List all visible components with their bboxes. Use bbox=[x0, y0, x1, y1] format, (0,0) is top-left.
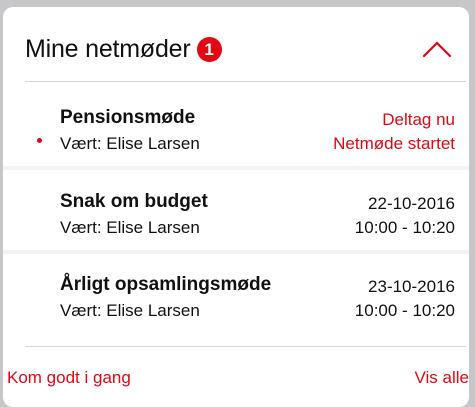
chevron-up-icon[interactable] bbox=[422, 39, 452, 59]
meeting-item-arligt-opsamlingsmode[interactable]: Årligt opsamlingsmøde Vært: Elise Larsen… bbox=[3, 250, 469, 334]
meeting-host: Vært: Elise Larsen bbox=[60, 301, 200, 320]
meeting-name: Snak om budget bbox=[60, 191, 208, 212]
card-header[interactable]: Mine netmøder 1 bbox=[3, 7, 469, 83]
meeting-time: 10:00 - 10:20 bbox=[354, 301, 455, 320]
show-all-link[interactable]: Vis alle bbox=[415, 368, 470, 388]
meeting-host: Vært: Elise Larsen bbox=[60, 218, 200, 237]
card-title: Mine netmøder 1 bbox=[25, 35, 222, 64]
meeting-time: 10:00 - 10:20 bbox=[354, 218, 455, 237]
notification-badge: 1 bbox=[196, 37, 222, 62]
join-now-link[interactable]: Deltag nu bbox=[382, 110, 455, 130]
meeting-date: 22-10-2016 bbox=[368, 194, 455, 213]
meeting-item-pensionsmode[interactable]: Pensionsmøde Vært: Elise Larsen Deltag n… bbox=[3, 83, 469, 170]
card-title-text: Mine netmøder bbox=[25, 35, 191, 63]
meeting-date: 23-10-2016 bbox=[368, 277, 455, 296]
meeting-item-snak-om-budget[interactable]: Snak om budget Vært: Elise Larsen 22-10-… bbox=[3, 167, 469, 254]
divider bbox=[25, 346, 466, 347]
divider bbox=[25, 81, 466, 82]
meeting-name: Årligt opsamlingsmøde bbox=[60, 274, 272, 295]
meetings-card: Mine netmøder 1 Pensionsmøde Vært: Elise… bbox=[3, 7, 469, 407]
meeting-name: Pensionsmøde bbox=[60, 107, 196, 128]
meeting-status: Netmøde startet bbox=[333, 134, 455, 153]
active-indicator-dot bbox=[37, 138, 42, 143]
get-started-link[interactable]: Kom godt i gang bbox=[7, 368, 131, 388]
meeting-host: Vært: Elise Larsen bbox=[60, 134, 200, 153]
